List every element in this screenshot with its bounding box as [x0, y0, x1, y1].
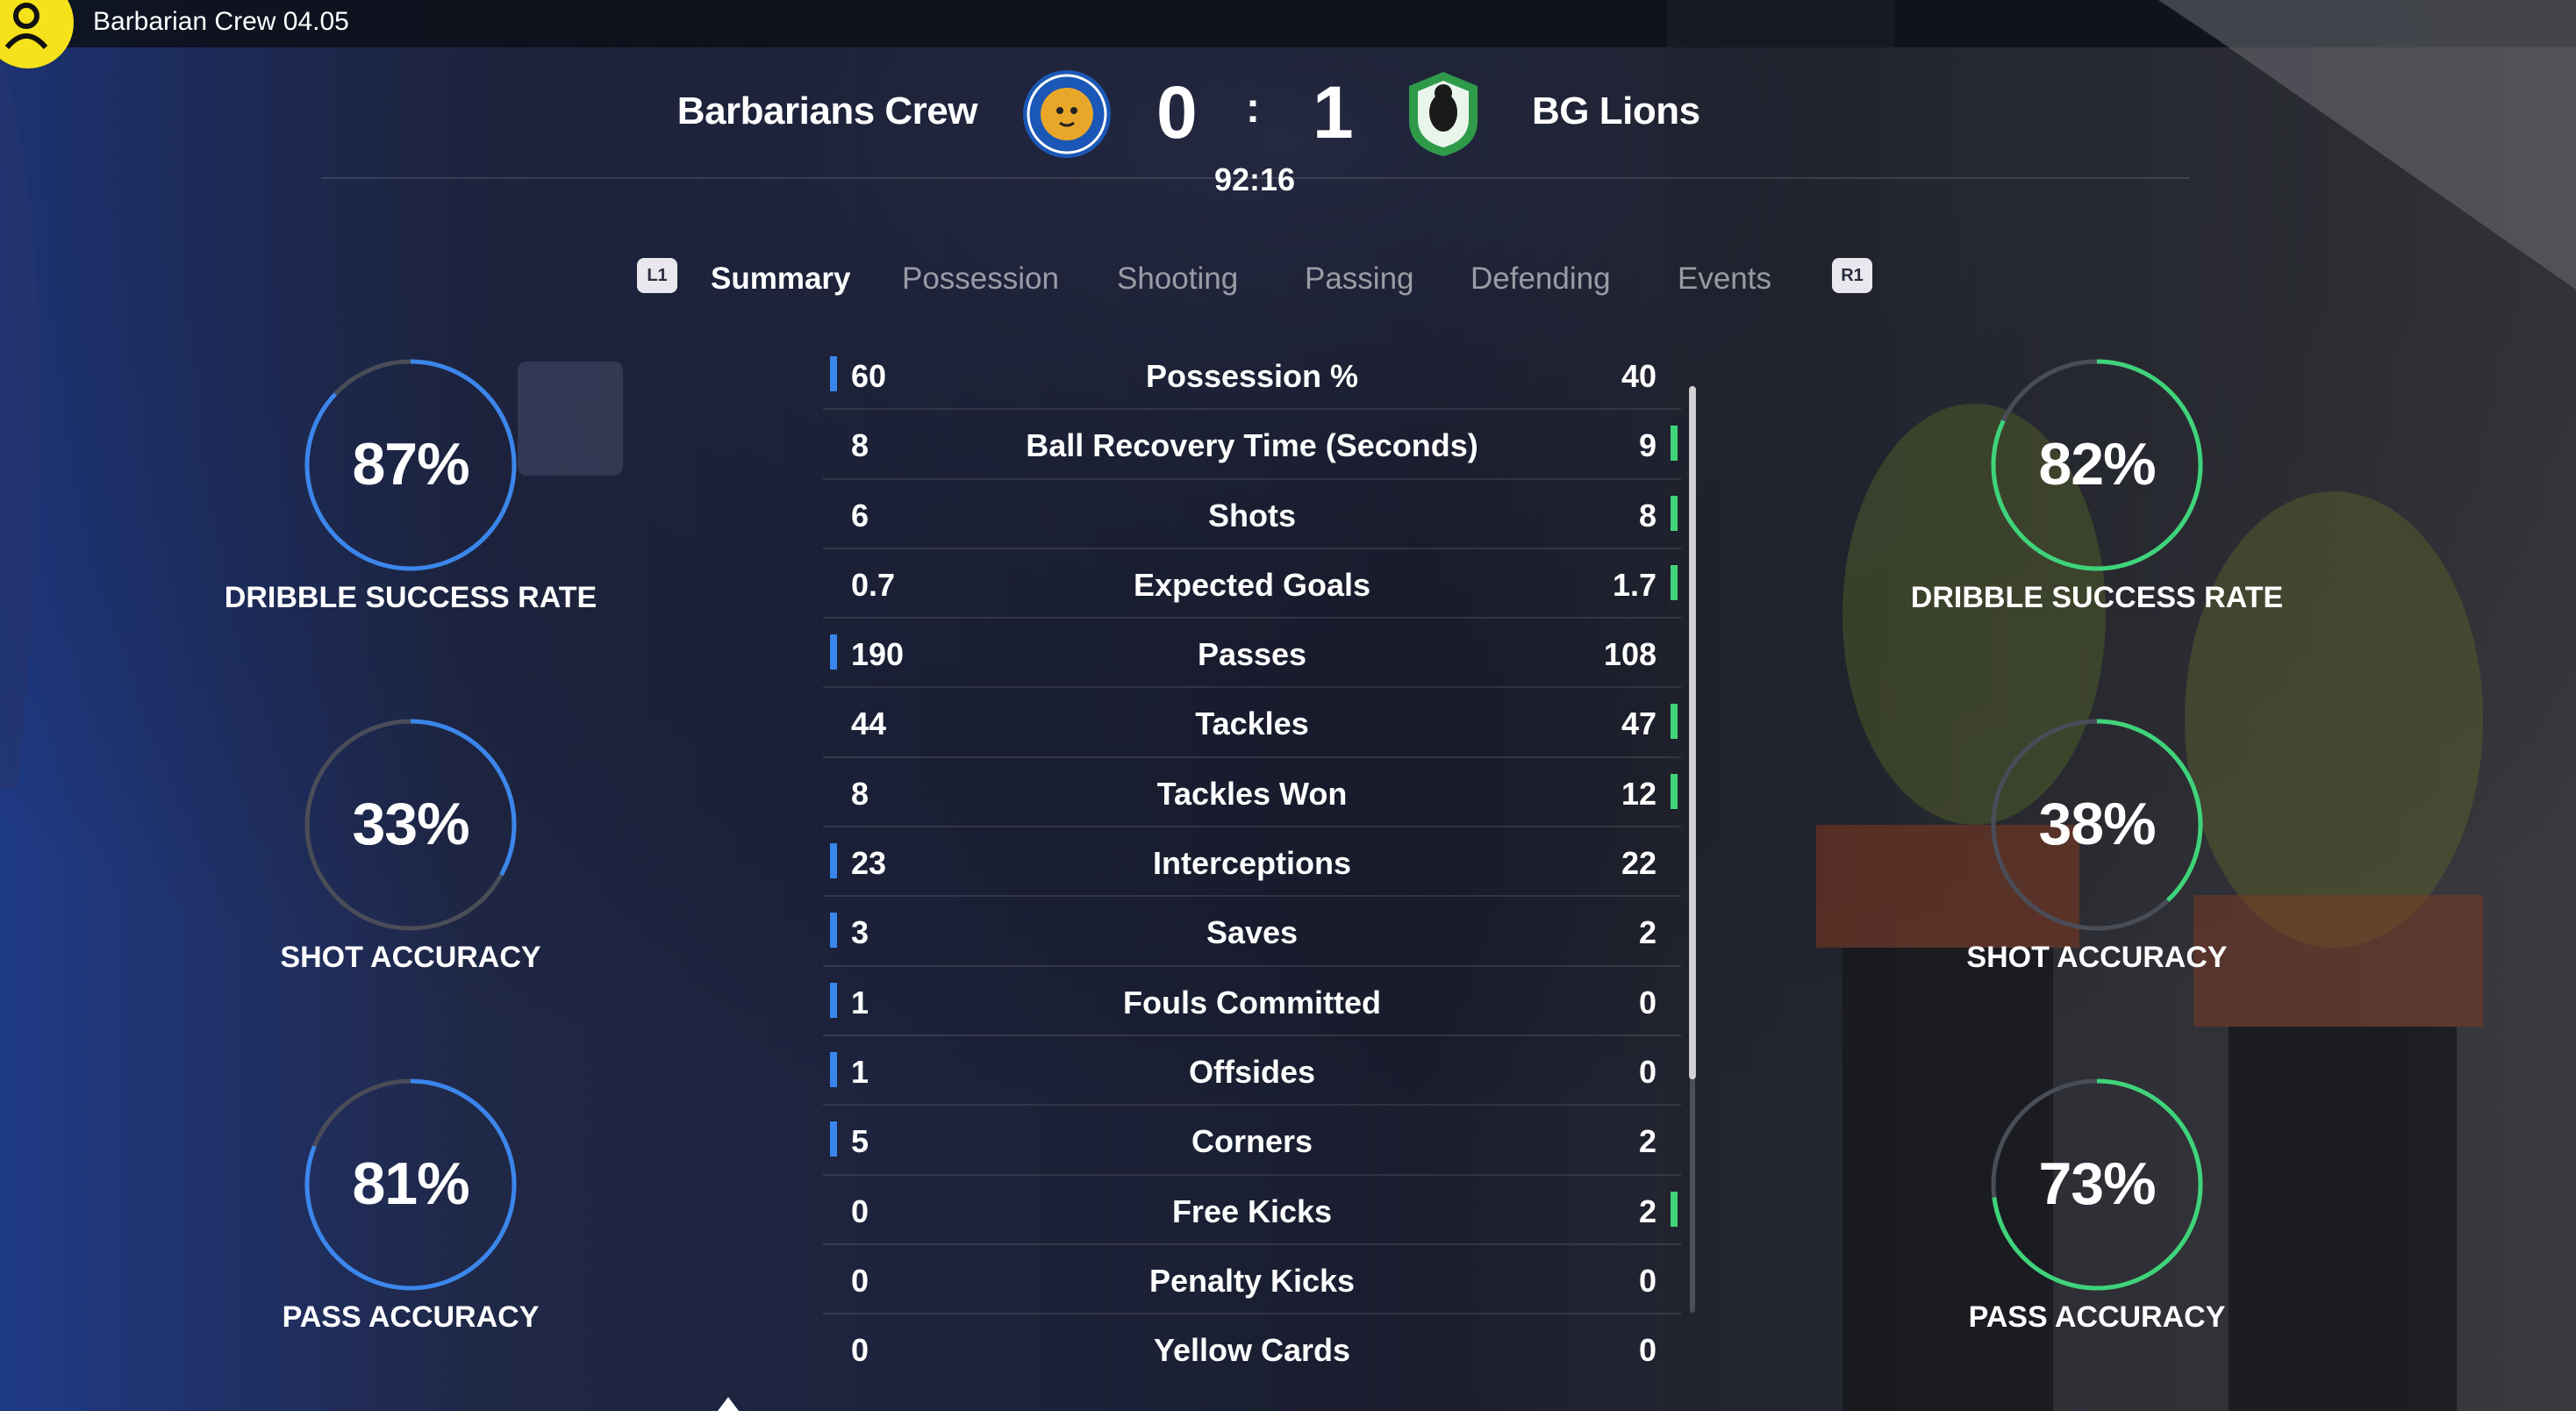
away-stat-value: 22 [1621, 845, 1657, 882]
away-ring-label: PASS ACCURACY [1968, 1300, 2226, 1334]
stat-row: 3 Saves 2 [823, 897, 1681, 967]
stat-label: Shots [1207, 497, 1296, 534]
home-ring-label: DRIBBLE SUCCESS RATE [224, 581, 597, 614]
away-stat-value: 1.7 [1612, 566, 1657, 603]
away-stat-value: 8 [1638, 497, 1657, 534]
tab-events[interactable]: Events [1678, 261, 1771, 297]
away-stat-value: 47 [1621, 706, 1657, 742]
video-title[interactable]: Barbarian Crew 04.05 [93, 7, 349, 37]
match-clock: 92:16 [1214, 161, 1296, 197]
stat-row: 8 Ball Recovery Time (Seconds) 9 [823, 410, 1681, 480]
away-stat-value: 2 [1638, 914, 1657, 951]
stat-label: Passes [1197, 636, 1307, 673]
away-ring-value: 73% [2038, 1150, 2156, 1217]
away-stat-value: 0 [1638, 1332, 1657, 1369]
stat-label: Free Kicks [1171, 1193, 1333, 1229]
home-ring-value: 33% [352, 791, 469, 857]
stat-label: Tackles Won [1156, 775, 1348, 812]
l1-bumper-button[interactable]: L1 [637, 258, 677, 293]
channel-avatar[interactable] [0, 0, 74, 68]
away-leader-bar [1671, 1191, 1678, 1227]
stat-row: 23 Interceptions 22 [823, 827, 1681, 898]
stat-label: Penalty Kicks [1148, 1262, 1356, 1299]
away-stat-value: 0 [1638, 1262, 1657, 1299]
away-leader-bar [1671, 564, 1678, 600]
away-stat-value: 9 [1638, 427, 1657, 464]
stat-row: 0 Yellow Cards 0 [823, 1314, 1681, 1382]
tab-shooting[interactable]: Shooting [1117, 261, 1238, 297]
away-ring-label: DRIBBLE SUCCESS RATE [1910, 581, 2284, 614]
away-ring-label: SHOT ACCURACY [1966, 941, 2228, 974]
away-stat-value: 12 [1621, 775, 1657, 812]
user-icon [4, 3, 48, 50]
stat-row: 44 Tackles 47 [823, 688, 1681, 758]
away-leader-bar [1671, 704, 1678, 740]
stat-label: Interceptions [1152, 845, 1352, 882]
stat-label: Fouls Committed [1123, 984, 1381, 1021]
home-ring-value: 81% [352, 1150, 469, 1217]
away-leader-bar [1671, 495, 1678, 531]
stat-row: 0 Penalty Kicks 0 [823, 1245, 1681, 1315]
stat-row: 60 Possession % 40 [823, 340, 1681, 411]
tab-passing[interactable]: Passing [1305, 261, 1414, 297]
away-team-crest [1409, 72, 1478, 156]
stat-label: Tackles [1195, 706, 1309, 742]
stat-row: 6 Shots 8 [823, 480, 1681, 549]
away-score: 1 [1313, 71, 1354, 154]
home-ring-label: SHOT ACCURACY [280, 941, 541, 974]
tab-summary[interactable]: Summary [711, 261, 851, 297]
stat-label: Corners [1191, 1123, 1313, 1160]
stat-row: 5 Corners 2 [823, 1106, 1681, 1176]
home-score: 0 [1156, 71, 1198, 154]
stat-label: Offsides [1188, 1053, 1316, 1090]
stat-row: 190 Passes 108 [823, 619, 1681, 689]
away-ring-value: 82% [2038, 431, 2156, 498]
home-ring-value: 87% [352, 431, 469, 498]
away-stat-value: 0 [1638, 984, 1657, 1021]
stats-scrollbar-thumb[interactable] [1689, 386, 1696, 1079]
stat-label: Expected Goals [1133, 566, 1371, 603]
away-stat-value: 0 [1638, 1053, 1657, 1090]
away-leader-bar [1671, 773, 1678, 809]
home-team-name: Barbarians Crew [676, 90, 978, 133]
home-team-crest [1023, 70, 1111, 158]
stat-row: 0 Free Kicks 2 [823, 1176, 1681, 1245]
r1-bumper-button[interactable]: R1 [1832, 258, 1872, 293]
caret-up-icon [718, 1397, 739, 1411]
stat-label: Ball Recovery Time (Seconds) [1026, 427, 1478, 464]
away-stat-value: 2 [1638, 1123, 1657, 1160]
stat-row: 1 Fouls Committed 0 [823, 967, 1681, 1036]
stat-row: 8 Tackles Won 12 [823, 758, 1681, 828]
stat-row: 1 Offsides 0 [823, 1036, 1681, 1107]
stat-row: 0.7 Expected Goals 1.7 [823, 549, 1681, 620]
tab-possession[interactable]: Possession [902, 261, 1059, 297]
stat-label: Yellow Cards [1153, 1332, 1351, 1369]
away-stat-value: 2 [1638, 1193, 1657, 1229]
home-ring-label: PASS ACCURACY [282, 1300, 540, 1334]
stat-label: Saves [1206, 914, 1299, 951]
away-stat-value: 40 [1621, 358, 1657, 394]
away-leader-bar [1671, 426, 1678, 462]
away-team-name: BG Lions [1532, 90, 1700, 133]
stat-label: Possession % [1145, 358, 1359, 394]
score-separator: : [1246, 85, 1260, 132]
away-stat-value: 108 [1603, 636, 1657, 673]
stats-table: 60 Possession % 40 8 Ball Recovery Time (Sec… [823, 340, 1681, 1382]
tab-defending[interactable]: Defending [1470, 261, 1611, 297]
away-ring-value: 38% [2038, 791, 2156, 857]
